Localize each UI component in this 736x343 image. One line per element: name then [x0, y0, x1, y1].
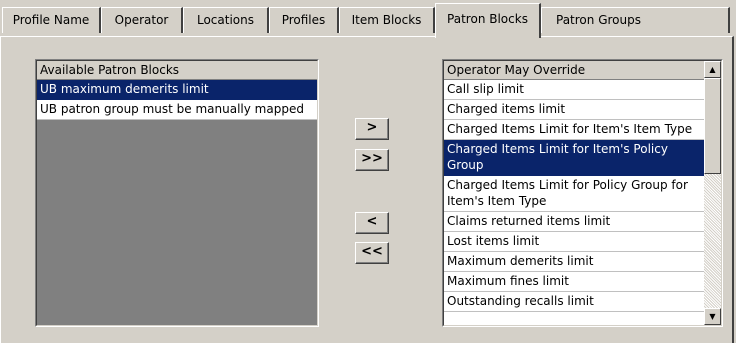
add-button[interactable]: > [355, 118, 389, 140]
available-blocks-list[interactable]: Available Patron Blocks UB maximum demer… [35, 59, 319, 327]
available-blocks-header: Available Patron Blocks [37, 61, 317, 80]
add-all-button[interactable]: >> [355, 149, 389, 171]
tab-patron-blocks[interactable]: Patron Blocks [435, 3, 541, 38]
list-item[interactable]: Call slip limit [444, 80, 704, 100]
list-item[interactable]: Charged items limit [444, 100, 704, 120]
list-item[interactable]: Charged Items Limit for Policy Group for… [444, 176, 704, 212]
remove-button[interactable]: < [355, 212, 389, 234]
tab-item-blocks[interactable]: Item Blocks [339, 7, 435, 33]
scrollbar-thumb[interactable] [704, 78, 721, 174]
list-item[interactable]: Charged Items Limit for Item's Item Type [444, 120, 704, 140]
tab-operator[interactable]: Operator [101, 7, 183, 33]
list-item[interactable]: UB patron group must be manually mapped [37, 100, 317, 120]
tab-profiles[interactable]: Profiles [269, 7, 339, 33]
list-item[interactable]: Charged Items Limit for Item's Policy Gr… [444, 140, 704, 176]
scroll-down-icon[interactable]: ▼ [704, 308, 721, 325]
list-item[interactable]: Outstanding recalls limit [444, 292, 704, 312]
list-item[interactable]: Maximum demerits limit [444, 252, 704, 272]
tab-profile-name[interactable]: Profile Name [2, 7, 101, 33]
tab-patron-groups[interactable]: Patron Groups [541, 7, 730, 33]
override-blocks-list[interactable]: Operator May Override Call slip limit Ch… [442, 59, 723, 327]
tab-locations[interactable]: Locations [183, 7, 269, 33]
list-item[interactable]: UB maximum demerits limit [37, 80, 317, 100]
override-blocks-header: Operator May Override [444, 61, 704, 80]
vertical-scrollbar[interactable]: ▲ ▼ [704, 61, 721, 325]
tab-strip: Profile Name Operator Locations Profiles… [0, 0, 736, 38]
remove-all-button[interactable]: << [355, 242, 389, 264]
list-item[interactable]: Claims returned items limit [444, 212, 704, 232]
list-item[interactable]: Lost items limit [444, 232, 704, 252]
list-item[interactable]: Maximum fines limit [444, 272, 704, 292]
scroll-up-icon[interactable]: ▲ [704, 61, 721, 78]
